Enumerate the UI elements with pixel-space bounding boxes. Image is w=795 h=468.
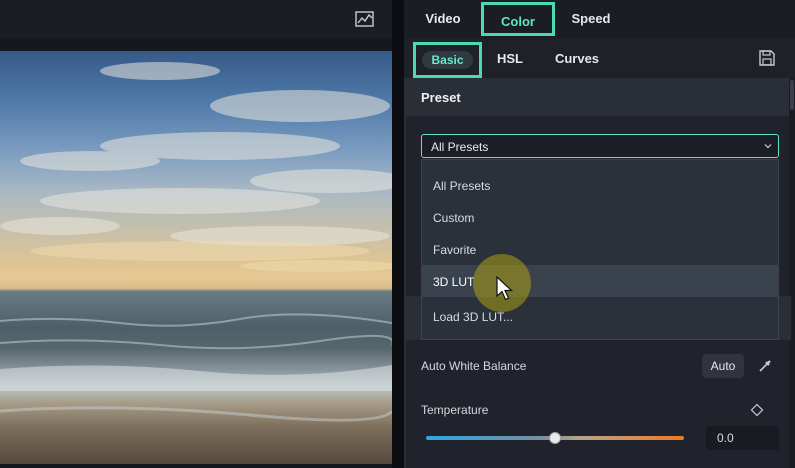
option-label: Favorite: [433, 243, 477, 257]
preview-toolbar: [0, 0, 392, 38]
preset-section-title: Preset: [421, 90, 461, 105]
waveform-scope-icon[interactable]: [354, 9, 376, 29]
subtab-basic[interactable]: Basic: [413, 42, 482, 78]
chevron-down-icon: [764, 144, 772, 149]
mouse-pointer-icon: [496, 276, 514, 301]
top-tab-bar: Video Color Speed: [404, 0, 795, 38]
tab-color[interactable]: Color: [481, 2, 555, 36]
scrollbar-track[interactable]: [789, 78, 795, 468]
tab-video[interactable]: Video: [418, 0, 468, 38]
auto-white-balance-label: Auto White Balance: [421, 359, 527, 373]
temperature-value-input[interactable]: 0.0: [706, 426, 779, 450]
temperature-slider-thumb[interactable]: [549, 432, 561, 444]
preset-selected-value: All Presets: [431, 140, 489, 154]
subtab-curves[interactable]: Curves: [552, 51, 602, 66]
option-label: All Presets: [433, 179, 491, 193]
subtab-hsl[interactable]: HSL: [495, 51, 525, 66]
tab-speed[interactable]: Speed: [566, 0, 616, 38]
color-settings-panel: Video Color Speed Basic HSL Curves Prese…: [404, 0, 795, 468]
keyframe-diamond-icon[interactable]: [750, 403, 764, 417]
video-frame-beach-sunset: [0, 51, 392, 464]
sub-tab-bar: Basic HSL Curves: [404, 38, 795, 78]
dropdown-option-favorite[interactable]: Favorite: [422, 233, 778, 265]
temperature-label: Temperature: [421, 403, 489, 417]
option-label: 3D LUT: [433, 275, 475, 289]
save-preset-icon[interactable]: [758, 49, 776, 67]
scrollbar-thumb[interactable]: [790, 80, 794, 110]
video-preview-panel: [0, 0, 392, 468]
option-label: Load 3D LUT...: [433, 310, 514, 324]
subtab-basic-label: Basic: [422, 51, 473, 69]
option-label: Custom: [433, 211, 475, 225]
auto-white-balance-button[interactable]: Auto: [702, 354, 744, 378]
dropdown-option-all-presets[interactable]: All Presets: [422, 169, 778, 201]
dropdown-option-load-3d-lut[interactable]: Load 3D LUT...: [422, 300, 778, 332]
preset-dropdown[interactable]: All Presets: [421, 134, 779, 158]
preset-dropdown-menu: All Presets Custom Favorite 3D LUT Load …: [421, 159, 779, 340]
dropdown-option-custom[interactable]: Custom: [422, 201, 778, 233]
eyedropper-icon[interactable]: [757, 358, 773, 374]
panel-divider[interactable]: [392, 0, 404, 468]
preset-section-header: Preset: [404, 78, 791, 116]
